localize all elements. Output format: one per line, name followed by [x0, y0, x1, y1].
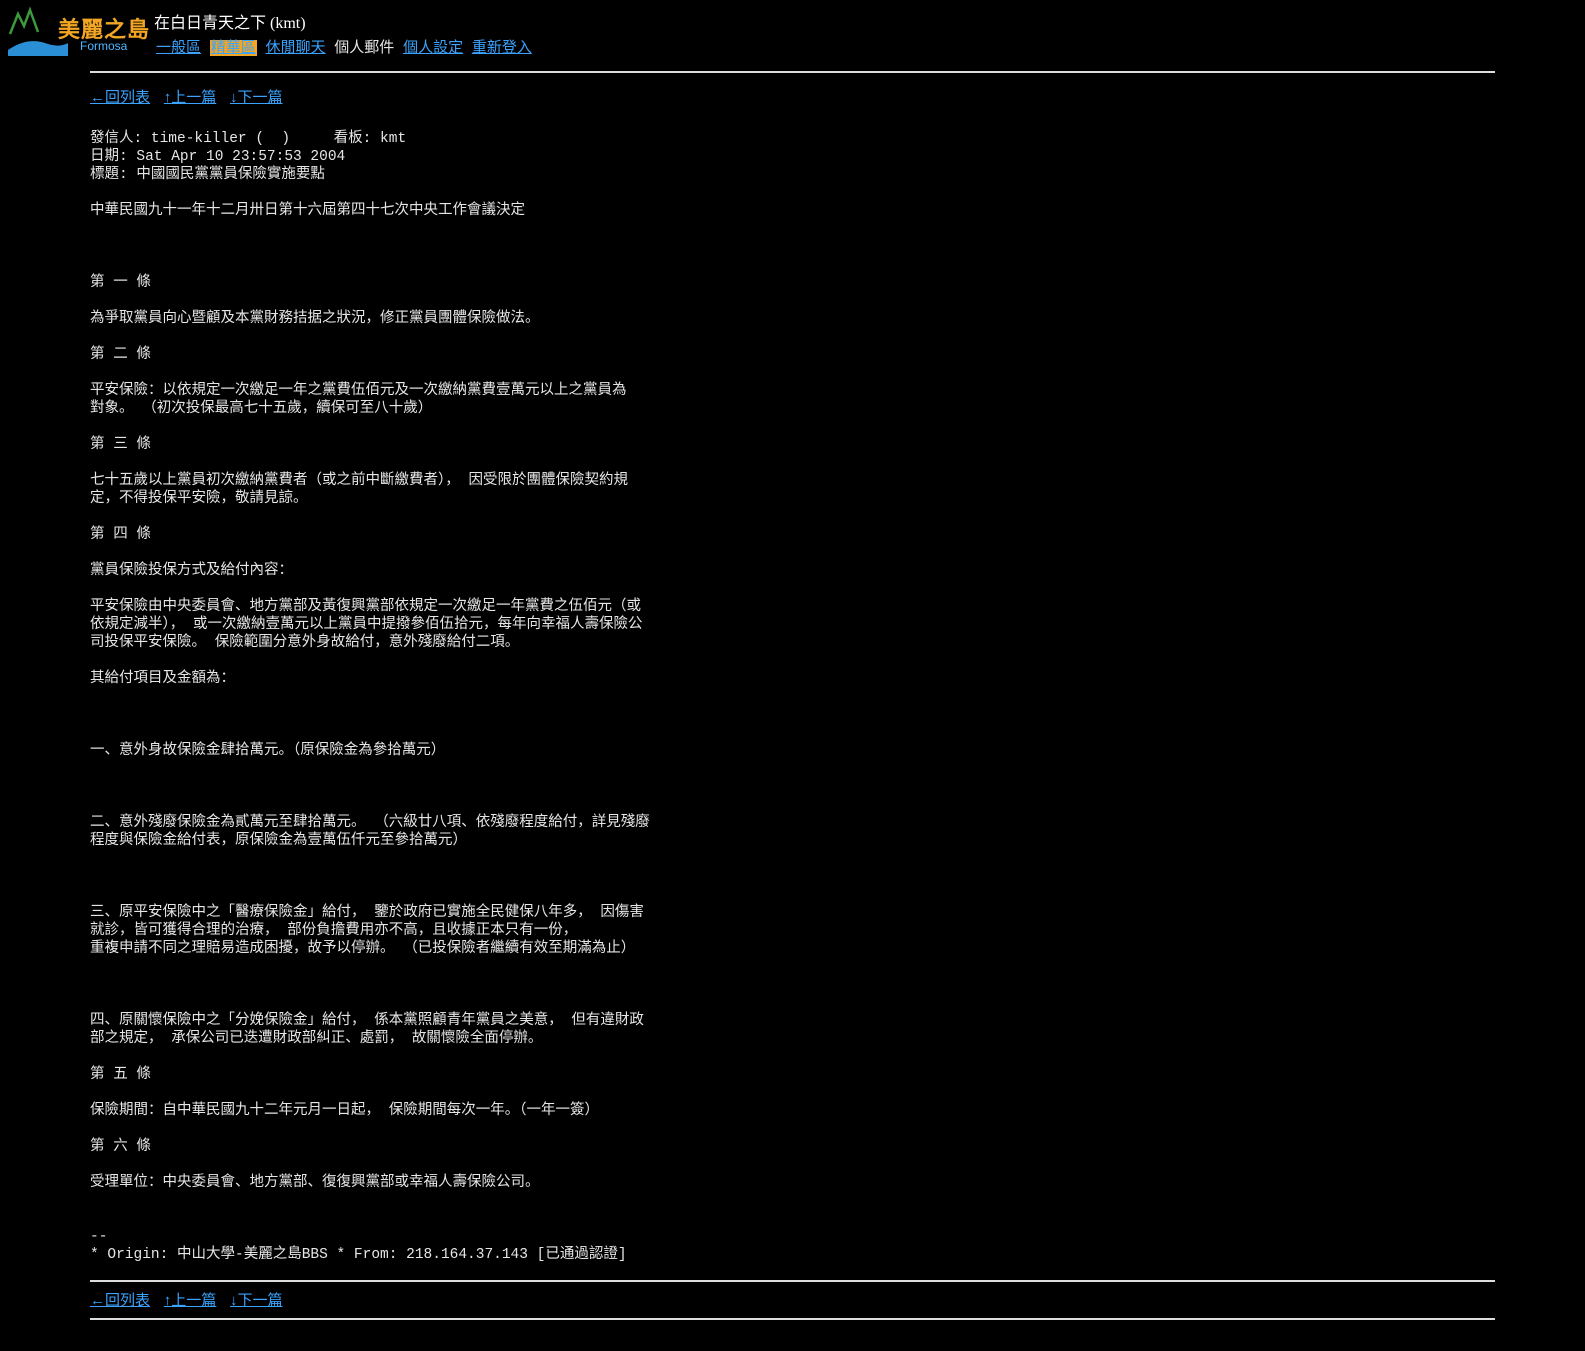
article-line: 黨員保險投保方式及給付內容： [90, 563, 293, 579]
article-line: * Origin: 中山大學-美麗之島BBS * From: 218.164.3… [90, 1247, 627, 1263]
article-line [90, 1156, 730, 1174]
article-line: 第 四 條 [90, 527, 151, 543]
nav-digest[interactable]: 精華區 [209, 40, 257, 56]
article-line: 定，不得投保平安險，敬請見諒。 [90, 491, 308, 507]
article-line [90, 508, 730, 526]
article-line: 四、原關懷保險中之「分娩保險金」給付， 係本黨照顧青年黨員之美意， 但有違財政 [90, 1013, 644, 1029]
article-line [90, 238, 730, 256]
article-line [90, 1210, 730, 1228]
nav-mail: 個人郵件 [334, 40, 395, 56]
next-post-link[interactable]: ↓下一篇 [230, 90, 283, 106]
article-line [90, 994, 730, 1012]
back-to-list-link[interactable]: ←回列表 [90, 1293, 150, 1309]
article-line: 依規定減半）， 或一次繳納壹萬元以上黨員中提撥參佰伍拾元，每年向幸福人壽保險公 [90, 617, 643, 633]
article-line [90, 760, 730, 778]
article-body: 發信人: time-killer ( ) 看板: kmt 日期: Sat Apr … [90, 130, 730, 1264]
article-line [90, 1048, 730, 1066]
article-line: 就診，皆可獲得合理的治療， 部份負擔費用亦不高，且收據正本只有一份， [90, 923, 578, 939]
article-line: 其給付項目及金額為： [90, 671, 235, 687]
article-line: 七十五歲以上黨員初次繳納黨費者（或之前中斷繳費者）， 因受限於團體保險契約規 [90, 473, 628, 489]
article-line [90, 652, 730, 670]
article-line: 平安保險：以依規定一次繳足一年之黨費伍佰元及一次繳納黨費壹萬元以上之黨員為 [90, 383, 627, 399]
article-line: 二、意外殘廢保險金為貳萬元至肆拾萬元。 （六級廿八項、依殘廢程度給付，詳見殘廢 [90, 815, 650, 831]
article-line: 中華民國九十一年十二月卅日第十六屆第四十七次中央工作會議決定 [90, 203, 525, 219]
article-line [90, 328, 730, 346]
article-line [90, 850, 730, 868]
next-post-link[interactable]: ↓下一篇 [230, 1293, 283, 1309]
nav-settings[interactable]: 個人設定 [403, 40, 463, 56]
nav-general[interactable]: 一般區 [156, 40, 201, 56]
article-line: 第 三 條 [90, 437, 151, 453]
nav-chat[interactable]: 休閒聊天 [266, 40, 326, 56]
article-line [90, 958, 730, 976]
article-line [90, 364, 730, 382]
article-line: 司投保平安保險。 保險範圍分意外身故給付，意外殘廢給付二項。 [90, 635, 520, 651]
article-line [90, 184, 730, 202]
divider-bottom-2 [90, 1318, 1495, 1320]
article-line: -- [90, 1229, 108, 1245]
article-nav-bottom: ←回列表 ↑上一篇 ↓下一篇 [90, 1289, 293, 1310]
article-line [90, 292, 730, 310]
top-nav: 一般區 精華區 休閒聊天 個人郵件 個人設定 重新登入 [156, 36, 537, 57]
divider-bottom-1 [90, 1280, 1495, 1282]
logo-english-text: Formosa [80, 39, 128, 53]
divider-top [90, 71, 1495, 73]
article-nav-top: ←回列表 ↑上一篇 ↓下一篇 [90, 86, 293, 107]
site-logo[interactable]: 美麗之島 Formosa [8, 6, 153, 60]
article-line [90, 976, 730, 994]
article-line: 平安保險由中央委員會、地方黨部及黃復興黨部依規定一次繳足一年黨費之伍佰元（或 [90, 599, 641, 615]
article-line: 程度與保險金給付表，原保險金為壹萬伍仟元至參拾萬元） [90, 833, 467, 849]
article-line [90, 868, 730, 886]
article-line: 保險期間：自中華民國九十二年元月一日起， 保險期間每次一年。（一年一簽） [90, 1103, 599, 1119]
article-line: 第 六 條 [90, 1139, 151, 1155]
article-line: 對象。 （初次投保最高七十五歲，續保可至八十歲） [90, 401, 433, 417]
article-line [90, 220, 730, 238]
article-line [90, 1084, 730, 1102]
article-line: 為爭取黨員向心暨顧及本黨財務拮据之狀況，修正黨員團體保險做法。 [90, 311, 540, 327]
article-line: 第 五 條 [90, 1067, 151, 1083]
article-line: 第 一 條 [90, 275, 151, 291]
article-line [90, 454, 730, 472]
prev-post-link[interactable]: ↑上一篇 [164, 1293, 217, 1309]
article-line [90, 724, 730, 742]
article-line: 重複申請不同之理賠易造成困擾，故予以停辦。 （已投保險者繼續有效至期滿為止） [90, 941, 636, 957]
article-line [90, 796, 730, 814]
article-line: 日期: Sat Apr 10 23:57:53 2004 [90, 149, 346, 165]
article-line [90, 418, 730, 436]
prev-post-link[interactable]: ↑上一篇 [164, 90, 217, 106]
article-line: 部之規定， 承保公司已迭遭財政部糾正、處罰， 故關懷險全面停辦。 [90, 1031, 543, 1047]
article-line [90, 580, 730, 598]
nav-relogin[interactable]: 重新登入 [472, 40, 532, 56]
article-line [90, 778, 730, 796]
article-line: 一、意外身故保險金肆拾萬元。（原保險金為參拾萬元） [90, 743, 446, 759]
article-line: 發信人: time-killer ( ) 看板: kmt [90, 131, 407, 147]
back-to-list-link[interactable]: ←回列表 [90, 90, 150, 106]
article-line [90, 688, 730, 706]
article-line: 受理單位：中央委員會、地方黨部、復復興黨部或幸福人壽保險公司。 [90, 1175, 540, 1191]
article-line [90, 886, 730, 904]
article-line [90, 544, 730, 562]
header: 美麗之島 Formosa 在白日青天之下 (kmt) 一般區 精華區 休閒聊天 … [8, 6, 1568, 62]
article-line [90, 1120, 730, 1138]
board-title: 在白日青天之下 (kmt) [154, 15, 306, 32]
article-line [90, 706, 730, 724]
article-line [90, 256, 730, 274]
article-line: 第 二 條 [90, 347, 151, 363]
article-line [90, 1192, 730, 1210]
article-line: 標題: 中國國民黨黨員保險實施要點 [90, 167, 325, 183]
article-line: 三、原平安保險中之「醫療保險金」給付， 鑒於政府已實施全民健保八年多， 因傷害 [90, 905, 644, 921]
